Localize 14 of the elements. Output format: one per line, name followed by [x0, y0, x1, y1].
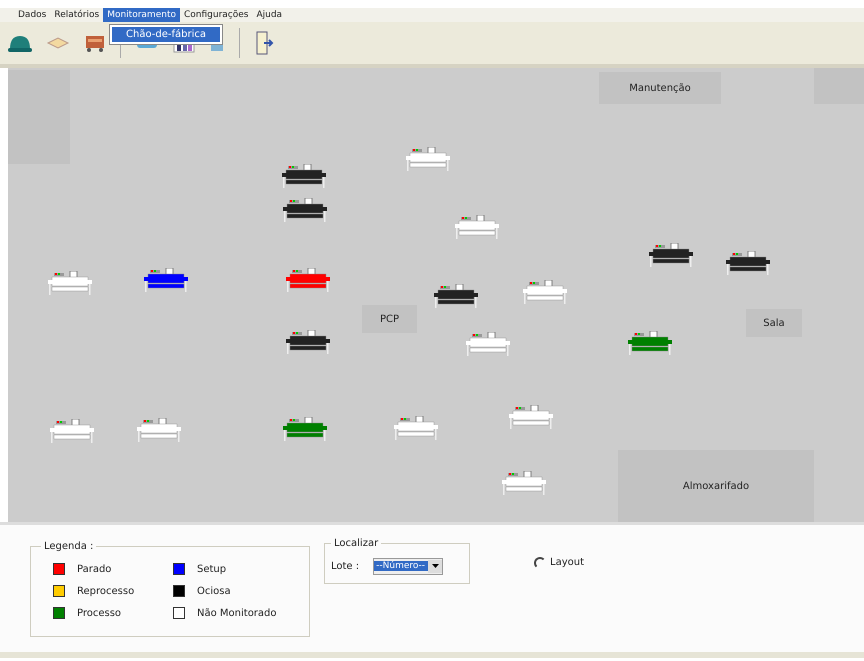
field-label: Lote :: [331, 560, 360, 572]
room-area: PCP: [362, 305, 417, 333]
room-area: Manutenção: [599, 72, 721, 104]
room-area: Almoxarifado: [618, 450, 814, 522]
group-title: Localizar: [333, 538, 380, 549]
legend-title: Legenda :: [43, 541, 94, 552]
room-area: Sala: [746, 309, 802, 337]
legend-label: Setup: [197, 564, 226, 574]
legend-label: Ociosa: [197, 586, 231, 596]
legend-label: Processo: [77, 608, 122, 618]
legend-label: Parado: [77, 564, 112, 574]
legend-label: Não Monitorado: [197, 608, 277, 618]
radio-label: Layout: [550, 557, 584, 568]
legend-label: Reprocesso: [77, 586, 134, 596]
